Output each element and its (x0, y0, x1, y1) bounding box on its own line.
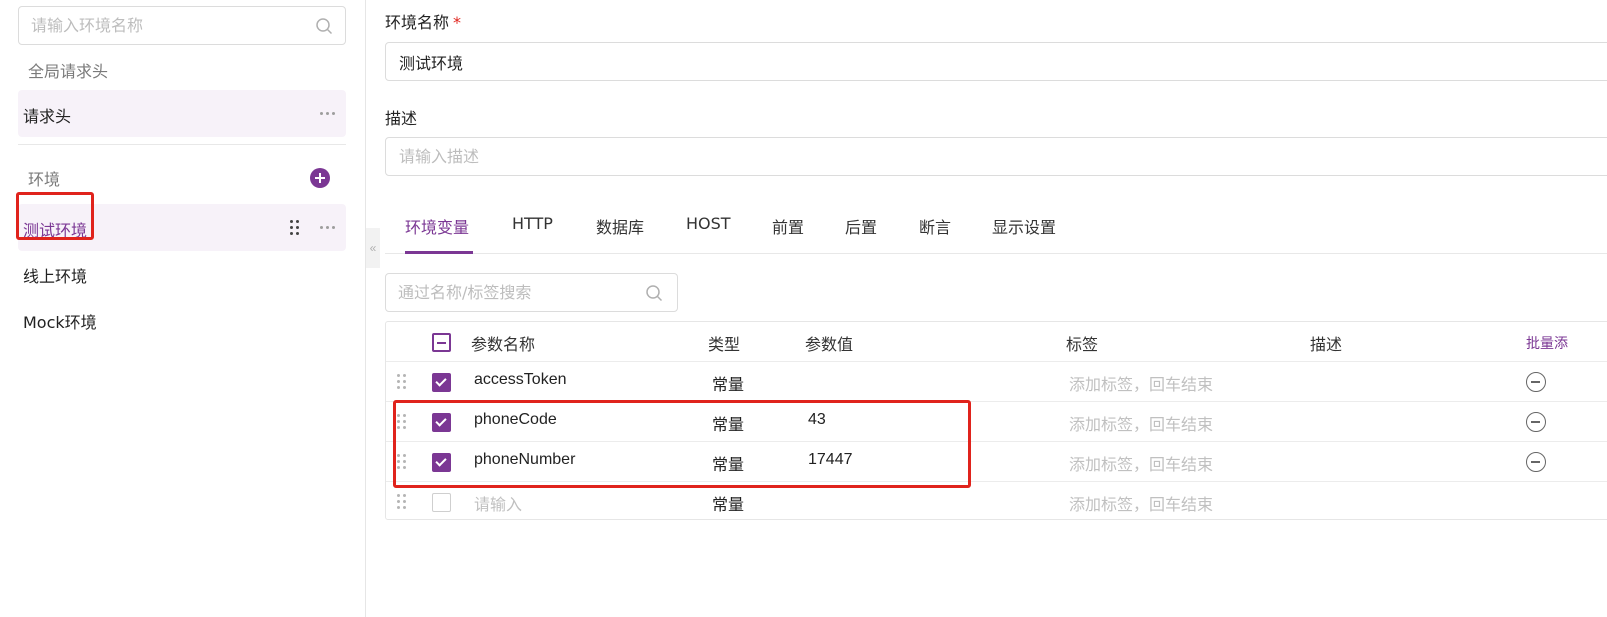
param-type[interactable]: 常量 (712, 371, 744, 395)
select-all-checkbox[interactable] (432, 333, 451, 352)
row-checkbox[interactable] (432, 493, 451, 512)
remove-row-icon[interactable] (1526, 412, 1546, 432)
add-env-plus-icon[interactable] (310, 168, 330, 188)
row-checkbox[interactable] (432, 373, 451, 392)
tab-display-settings[interactable]: 显示设置 (992, 214, 1056, 238)
drag-handle-icon[interactable] (397, 414, 407, 430)
param-name[interactable]: accessToken (474, 371, 567, 389)
new-param-row: 请输入 常量 添加标签，回车结束 (386, 482, 1607, 522)
tab-assert[interactable]: 断言 (919, 214, 951, 238)
table-header-row: 参数名称 类型 参数值 标签 描述 批量添 (386, 322, 1607, 362)
col-header-value: 参数值 (805, 335, 854, 354)
env-vars-table: 参数名称 类型 参数值 标签 描述 批量添 accessToken 常量 添加标… (385, 321, 1607, 520)
sidebar-item-headers[interactable]: 请求头 (18, 90, 346, 137)
var-search-input[interactable] (398, 274, 638, 311)
sidebar-item-test-env[interactable]: 测试环境 (18, 204, 346, 251)
sidebar-item-label: 测试环境 (23, 221, 88, 240)
remove-row-icon[interactable] (1526, 372, 1546, 392)
env-search-box[interactable] (18, 6, 346, 45)
sidebar-divider (18, 144, 346, 145)
tag-input[interactable]: 添加标签，回车结束 (1069, 411, 1213, 435)
param-type[interactable]: 常量 (712, 411, 744, 435)
table-row: accessToken 常量 添加标签，回车结束 (386, 362, 1607, 402)
env-name-field[interactable] (385, 42, 1607, 81)
tab-post[interactable]: 后置 (845, 214, 877, 238)
tag-input[interactable]: 添加标签，回车结束 (1069, 371, 1213, 395)
tag-input[interactable]: 添加标签，回车结束 (1069, 491, 1213, 515)
env-tabs: 环境变量 HTTP 数据库 HOST 前置 后置 断言 显示设置 (385, 206, 1607, 254)
col-header-desc: 描述 (1310, 335, 1343, 354)
sidebar-item-prod-env[interactable]: 线上环境 (18, 250, 346, 297)
drag-handle-icon[interactable] (397, 374, 407, 390)
col-header-type: 类型 (708, 335, 741, 354)
table-row: phoneCode 常量 43 添加标签，回车结束 (386, 402, 1607, 442)
tab-http[interactable]: HTTP (512, 214, 553, 233)
search-icon[interactable] (645, 284, 663, 302)
env-sidebar: 全局请求头 请求头 环境 测试环境 线上环境 Mock环境 (0, 0, 366, 617)
env-detail: 环境名称* 描述 环境变量 HTTP 数据库 HOST 前置 后置 断言 显示设… (385, 0, 1607, 617)
sidebar-item-mock-env[interactable]: Mock环境 (18, 296, 346, 343)
param-name[interactable]: phoneCode (474, 411, 557, 429)
var-search-box[interactable] (385, 273, 678, 312)
col-header-name: 参数名称 (471, 335, 536, 354)
row-checkbox[interactable] (432, 413, 451, 432)
table-row: phoneNumber 常量 17447 添加标签，回车结束 (386, 442, 1607, 482)
batch-add-link[interactable]: 批量添 (1526, 333, 1568, 353)
tab-pre[interactable]: 前置 (772, 214, 804, 238)
env-section-title: 环境 (28, 170, 61, 189)
desc-field[interactable] (385, 137, 1607, 176)
col-header-tag: 标签 (1066, 335, 1099, 354)
tab-database[interactable]: 数据库 (596, 214, 644, 238)
param-type[interactable]: 常量 (712, 491, 744, 515)
required-mark: * (453, 13, 462, 32)
desc-label: 描述 (385, 109, 418, 128)
param-value[interactable]: 43 (808, 411, 826, 429)
more-icon[interactable] (320, 226, 336, 230)
param-value[interactable]: 17447 (808, 451, 853, 469)
search-icon[interactable] (315, 17, 333, 35)
remove-row-icon[interactable] (1526, 452, 1546, 472)
new-param-name-input[interactable]: 请输入 (474, 491, 522, 515)
drag-handle-icon[interactable] (397, 454, 407, 470)
desc-input[interactable] (399, 138, 1499, 175)
env-search-input[interactable] (31, 7, 311, 44)
sidebar-item-label: 请求头 (23, 107, 72, 126)
drag-handle-icon[interactable] (290, 220, 300, 236)
tag-input[interactable]: 添加标签，回车结束 (1069, 451, 1213, 475)
tab-env-vars[interactable]: 环境变量 (405, 214, 469, 238)
param-type[interactable]: 常量 (712, 451, 744, 475)
env-name-input[interactable] (399, 43, 1499, 80)
collapse-sidebar-handle[interactable]: « (366, 228, 380, 268)
env-name-label: 环境名称 * (385, 9, 461, 33)
more-icon[interactable] (320, 112, 336, 116)
tab-host[interactable]: HOST (686, 214, 731, 233)
env-name-label-text: 环境名称 (385, 13, 450, 32)
active-tab-indicator (405, 251, 473, 254)
sidebar-item-label: Mock环境 (23, 313, 97, 332)
drag-handle-icon[interactable] (397, 494, 407, 510)
global-headers-title: 全局请求头 (28, 62, 109, 81)
row-checkbox[interactable] (432, 453, 451, 472)
sidebar-item-label: 线上环境 (23, 267, 88, 286)
param-name[interactable]: phoneNumber (474, 451, 575, 469)
